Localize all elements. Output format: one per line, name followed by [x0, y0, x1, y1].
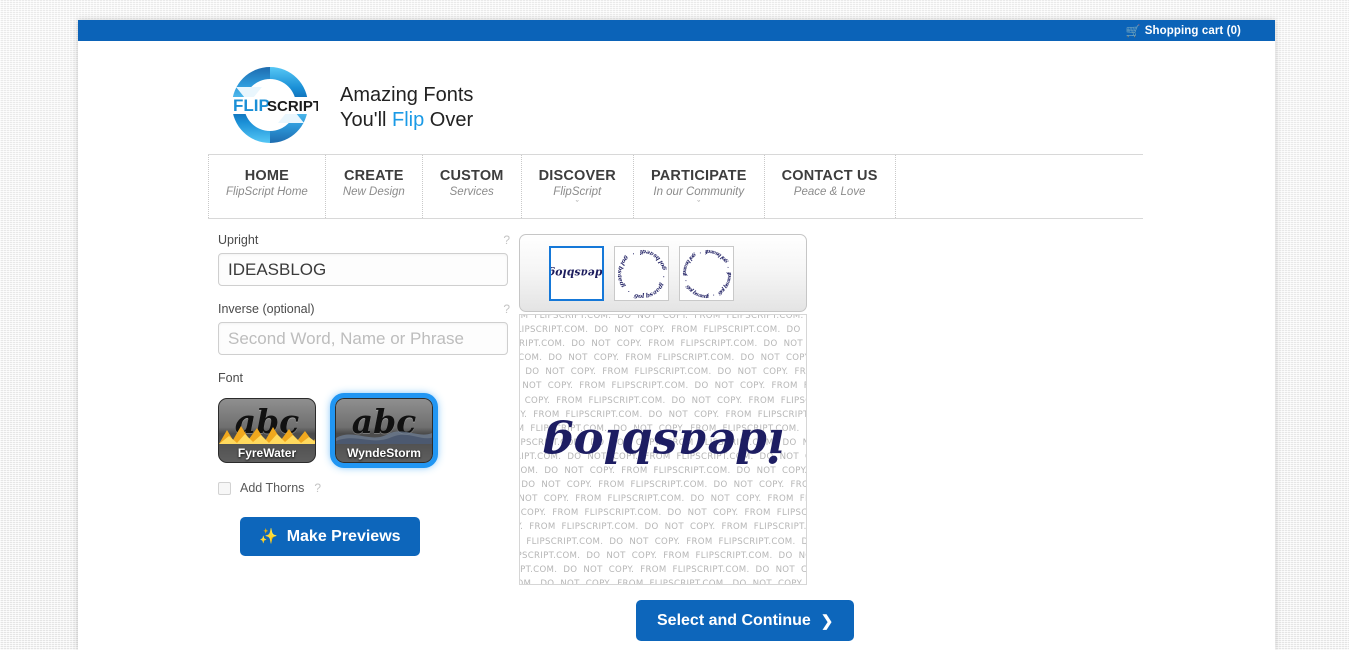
thumbnail-circular-ring[interactable]: ideasblog · ideasblog · ideasblog · idea…: [679, 246, 734, 301]
inverse-help-icon[interactable]: ?: [503, 302, 510, 316]
site-tagline: Amazing Fonts You'll Flip Over: [340, 83, 473, 133]
tagline-post: Over: [424, 109, 473, 131]
thumbnail-ring-char: ·: [726, 265, 732, 268]
thumbnail-three-fold-ring[interactable]: ideasblog · ideasblog · ideasblog ·: [614, 246, 669, 301]
add-thorns-row: Add Thorns ?: [218, 479, 510, 497]
tagline-line-2: You'll Flip Over: [340, 108, 473, 133]
watermark-line: FROM FLIPSCRIPT.COM. DO NOT COPY. FROM F…: [519, 351, 807, 365]
design-form: Upright ? Inverse (optional) ? Font abc …: [218, 233, 510, 556]
watermark-line: FROM FLIPSCRIPT.COM. DO NOT COPY. FROM F…: [519, 520, 807, 534]
chevron-right-icon: ❯: [821, 612, 834, 630]
chevron-down-icon: ˇ: [651, 200, 747, 208]
font-label-row: Font: [218, 371, 510, 387]
font-swatch-wyndestorm[interactable]: abc WyndeStorm: [335, 398, 433, 463]
add-thorns-checkbox[interactable]: [218, 482, 231, 495]
shopping-cart-icon: 🛒: [1126, 24, 1141, 38]
upright-help-icon[interactable]: ?: [503, 233, 510, 247]
site-header: FLIP SCRIPT Amazing Fonts You'll Flip Ov…: [78, 41, 1275, 153]
magic-wand-icon: ✨: [259, 527, 278, 545]
nav-sublabel: Services: [440, 186, 504, 198]
thumbnail-ring-char: ·: [625, 288, 631, 295]
nav-item-contact-us[interactable]: CONTACT US Peace & Love: [765, 155, 896, 218]
watermark-line: FROM FLIPSCRIPT.COM. DO NOT COPY. FROM F…: [519, 323, 807, 337]
shopping-cart-label: Shopping cart (0): [1145, 25, 1241, 37]
tagline-pre: You'll: [340, 109, 392, 131]
nav-label: HOME: [226, 168, 308, 184]
thumbnail-ring-char: ·: [712, 292, 715, 298]
watermark-line: FROM FLIPSCRIPT.COM. DO NOT COPY. FROM F…: [519, 379, 807, 393]
font-swatch-label: FyreWater: [219, 446, 315, 460]
tagline-accent: Flip: [392, 109, 424, 131]
font-swatch-label: WyndeStorm: [336, 446, 432, 460]
thumbnail-ring-char: ·: [661, 275, 668, 278]
upright-input[interactable]: [218, 253, 508, 286]
select-and-continue-label: Select and Continue: [657, 612, 811, 630]
tagline-line-1: Amazing Fonts: [340, 83, 473, 108]
nav-sublabel: FlipScript Home: [226, 186, 308, 198]
nav-sublabel: Peace & Love: [782, 186, 878, 198]
font-swatch-fyrewater[interactable]: abc FyreWater: [218, 398, 316, 463]
thumbnail-ring-char: g: [691, 251, 697, 258]
chevron-down-icon: ˇ: [539, 200, 616, 208]
make-previews-button[interactable]: ✨ Make Previews: [240, 517, 420, 556]
inverse-label: Inverse (optional): [218, 302, 315, 316]
watermark-line: FROM FLIPSCRIPT.COM. DO NOT COPY. FROM F…: [519, 563, 807, 577]
watermark-line: FROM FLIPSCRIPT.COM. DO NOT COPY. FROM F…: [519, 394, 807, 408]
inverse-label-row: Inverse (optional) ?: [218, 302, 510, 318]
logo-flip-text: FLIP: [233, 96, 270, 115]
nav-label: CONTACT US: [782, 168, 878, 184]
upright-label-row: Upright ?: [218, 233, 510, 249]
font-swatch-list: abc FyreWater abc WyndeStorm: [218, 391, 510, 469]
nav-item-create[interactable]: CREATE New Design: [326, 155, 423, 218]
top-bar: 🛒 Shopping cart (0): [78, 20, 1275, 41]
page-card: 🛒 Shopping cart (0): [78, 20, 1275, 650]
preview-ambigram-word: ideasblog: [520, 419, 806, 472]
watermark-line: FROM FLIPSCRIPT.COM. DO NOT COPY. FROM F…: [519, 478, 807, 492]
thumbnail-horizontal[interactable]: ideasblog: [549, 246, 604, 301]
nav-sublabel: New Design: [343, 186, 405, 198]
watermark-line: FROM FLIPSCRIPT.COM. DO NOT COPY. FROM F…: [519, 337, 807, 351]
thumbnail-ring-char: ·: [631, 249, 635, 256]
inverse-input[interactable]: [218, 322, 508, 355]
watermark-line: FROM FLIPSCRIPT.COM. DO NOT COPY. FROM F…: [519, 577, 807, 585]
main-navigation: HOME FlipScript Home CREATE New Design C…: [208, 154, 1143, 219]
upright-label: Upright: [218, 233, 258, 247]
thumbnail-word: ideasblog: [549, 267, 604, 280]
wind-swirl-icon: [336, 422, 433, 444]
thumbnail-ring-char: ·: [698, 248, 701, 254]
watermark-line: FROM FLIPSCRIPT.COM. DO NOT COPY. FROM F…: [519, 492, 807, 506]
select-and-continue-button[interactable]: Select and Continue ❯: [636, 600, 854, 641]
main-preview[interactable]: FROM FLIPSCRIPT.COM. DO NOT COPY. FROM F…: [519, 314, 807, 585]
nav-label: CREATE: [343, 168, 405, 184]
nav-item-discover[interactable]: DISCOVER FlipScript ˇ: [522, 155, 634, 218]
watermark-line: FROM FLIPSCRIPT.COM. DO NOT COPY. FROM F…: [519, 506, 807, 520]
nav-label: DISCOVER: [539, 168, 616, 184]
thumbnail-ring-char: ·: [682, 279, 688, 282]
preview-thumbnail-panel: ideasblog ideasblog · ideasblog · ideasb…: [519, 234, 807, 312]
watermark-line: FROM FLIPSCRIPT.COM. DO NOT COPY. FROM F…: [519, 535, 807, 549]
nav-sublabel: In our Community: [651, 186, 747, 198]
add-thorns-label: Add Thorns: [240, 481, 304, 495]
nav-item-home[interactable]: HOME FlipScript Home: [208, 155, 326, 218]
thumbnail-ring-char: g: [660, 265, 668, 270]
font-label: Font: [218, 371, 243, 385]
add-thorns-help-icon[interactable]: ?: [314, 481, 321, 495]
shopping-cart-button[interactable]: 🛒 Shopping cart (0): [1126, 20, 1241, 41]
nav-item-participate[interactable]: PARTICIPATE In our Community ˇ: [634, 155, 765, 218]
nav-label: CUSTOM: [440, 168, 504, 184]
flame-icon: [219, 422, 316, 444]
watermark-line: FROM FLIPSCRIPT.COM. DO NOT COPY. FROM F…: [519, 365, 807, 379]
watermark-line: FROM FLIPSCRIPT.COM. DO NOT COPY. FROM F…: [519, 314, 807, 323]
nav-sublabel: FlipScript: [539, 186, 616, 198]
watermark-line: FROM FLIPSCRIPT.COM. DO NOT COPY. FROM F…: [519, 549, 807, 563]
logo-script-text: SCRIPT: [267, 98, 318, 115]
nav-label: PARTICIPATE: [651, 168, 747, 184]
nav-item-custom[interactable]: CUSTOM Services: [423, 155, 522, 218]
flipscript-logo[interactable]: FLIP SCRIPT: [222, 57, 318, 153]
make-previews-label: Make Previews: [287, 528, 401, 546]
nav-filler: [896, 155, 1143, 218]
